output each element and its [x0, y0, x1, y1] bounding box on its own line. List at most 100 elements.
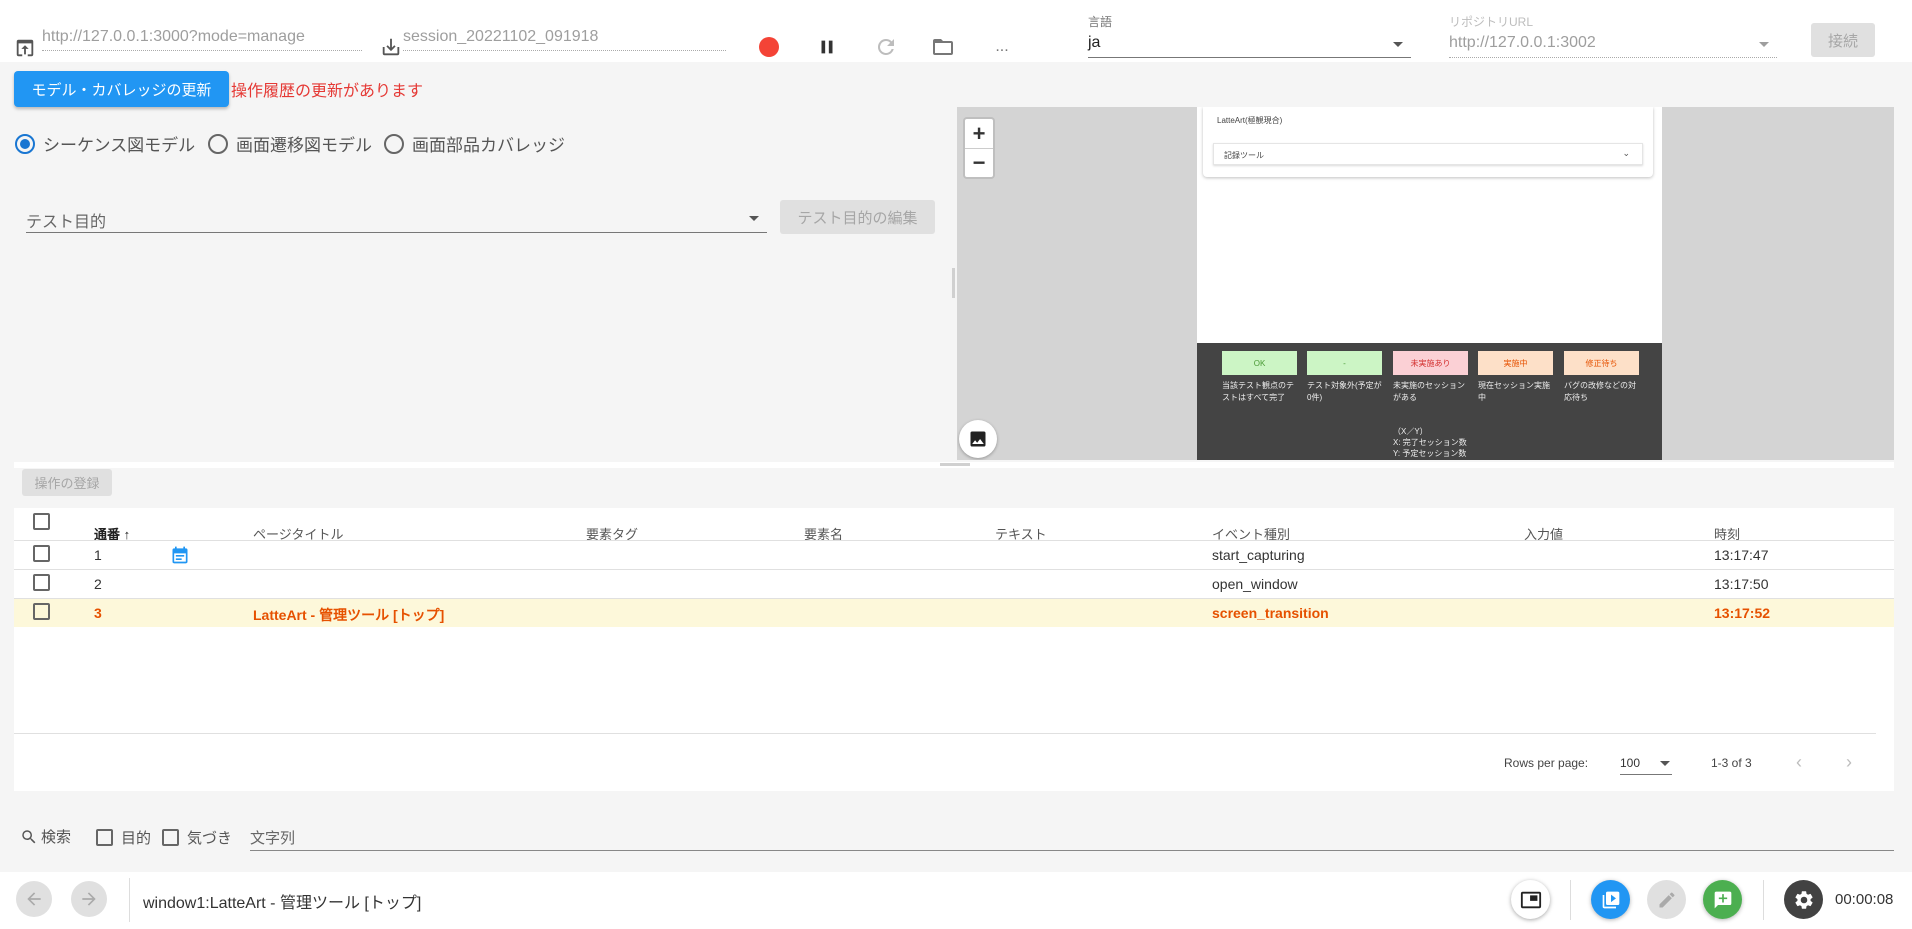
- splitter-handle[interactable]: [940, 463, 970, 466]
- chevron-down-icon: [749, 216, 759, 221]
- repo-url-select[interactable]: http://127.0.0.1:3002: [1449, 28, 1777, 58]
- status-desc: バグの改修などの対応待ち: [1564, 381, 1636, 402]
- rows-per-page-select[interactable]: 100: [1620, 751, 1672, 775]
- replay-button[interactable]: [1591, 880, 1630, 919]
- cell-time: 13:17:50: [1714, 576, 1769, 592]
- current-window-title: window1:LatteArt - 管理ツール [トップ]: [143, 895, 422, 912]
- bottom-bar: window1:LatteArt - 管理ツール [トップ] 00:00:08: [0, 872, 1912, 929]
- cell-no: 2: [94, 576, 102, 592]
- radio-label: シーケンス図モデル: [43, 136, 196, 155]
- radio-checked-icon: [15, 133, 35, 154]
- register-operation-button[interactable]: 操作の登録: [22, 469, 112, 496]
- select-all-checkbox[interactable]: [33, 513, 50, 530]
- edit-button[interactable]: [1647, 880, 1686, 919]
- status-chip-in-progress: 実施中: [1478, 351, 1553, 375]
- filter-notice-checkbox[interactable]: 気づき: [162, 827, 232, 848]
- edit-test-purpose-button[interactable]: テスト目的の編集: [780, 200, 935, 234]
- test-purpose-placeholder: テスト目的: [26, 214, 107, 231]
- test-purpose-select[interactable]: テスト目的: [26, 202, 767, 233]
- zoom-out-button[interactable]: −: [965, 148, 993, 177]
- cell-event-type: open_window: [1212, 576, 1298, 592]
- row-checkbox[interactable]: [33, 603, 50, 620]
- forward-button[interactable]: [71, 881, 107, 917]
- top-toolbar: http://127.0.0.1:3000?mode=manage sessio…: [0, 0, 1912, 62]
- add-comment-icon: [1714, 891, 1731, 908]
- cell-event-type: screen_transition: [1212, 605, 1329, 621]
- cell-no: 1: [94, 547, 102, 563]
- cell-page-title: LatteArt - 管理ツール [トップ]: [253, 607, 445, 623]
- status-chip-not-done: 未実施あり: [1393, 351, 1468, 375]
- pagination-range: 1-3 of 3: [1711, 756, 1752, 770]
- arrow-left-icon: [27, 892, 41, 906]
- status-chip-ok: OK: [1222, 351, 1297, 375]
- filter-purpose-checkbox[interactable]: 目的: [96, 827, 151, 848]
- screen-card: LatteArt(極観現合) 記録ツール ⌄: [1203, 107, 1653, 177]
- repo-url-value: http://127.0.0.1:3002: [1449, 34, 1596, 51]
- pencil-icon: [1659, 891, 1675, 907]
- update-model-coverage-button[interactable]: モデル・カバレッジの更新: [14, 71, 229, 107]
- chevron-left-icon[interactable]: ‹: [1796, 752, 1802, 773]
- window-select-button[interactable]: [1511, 880, 1550, 919]
- radio-label: 画面遷移図モデル: [236, 136, 372, 155]
- reload-button[interactable]: [871, 32, 901, 62]
- divider: [1570, 880, 1571, 920]
- calendar-icon[interactable]: [170, 545, 190, 565]
- locale-value: ja: [1088, 34, 1101, 51]
- elapsed-timer: 00:00:08: [1835, 891, 1894, 908]
- status-desc: テスト対象外(予定が0件): [1307, 381, 1382, 402]
- row-checkbox[interactable]: [33, 574, 50, 591]
- operation-history-table: 通番 ↑ ページタイトル 要素タグ 要素名 テキスト イベント種別 入力値 時刻…: [14, 508, 1894, 791]
- status-desc: 現在セッション実施中: [1478, 381, 1550, 402]
- update-message: 操作履歴の更新があります: [231, 83, 424, 100]
- radio-transition-model[interactable]: 画面遷移図モデル: [208, 131, 372, 156]
- screen-dropdown-value: 記録ツール: [1224, 151, 1264, 160]
- picture-in-picture-icon: [1520, 891, 1541, 908]
- pause-button[interactable]: [812, 32, 842, 62]
- open-url-icon[interactable]: [10, 33, 40, 63]
- search-icon: [22, 829, 36, 843]
- search-label: 検索: [20, 826, 71, 847]
- connect-button[interactable]: 接続: [1811, 23, 1875, 57]
- divider: [1763, 880, 1764, 920]
- radio-label: 画面部品カバレッジ: [412, 136, 565, 155]
- settings-button[interactable]: [1784, 880, 1823, 919]
- table-footer-divider: [14, 733, 1876, 734]
- chevron-down-icon: [1660, 761, 1670, 766]
- status-desc: 当該テスト観点のテストはすべて完了: [1222, 381, 1294, 402]
- download-icon[interactable]: [376, 32, 406, 62]
- table-row-selected[interactable]: 3 LatteArt - 管理ツール [トップ] screen_transiti…: [14, 598, 1894, 627]
- capture-url-input[interactable]: http://127.0.0.1:3000?mode=manage: [42, 27, 362, 51]
- search-text-input[interactable]: 文字列: [250, 823, 1894, 851]
- row-checkbox[interactable]: [33, 545, 50, 562]
- pause-icon: [821, 40, 833, 54]
- chevron-right-icon[interactable]: ›: [1846, 752, 1852, 773]
- zoom-control: + −: [963, 117, 995, 179]
- arrow-right-icon: [82, 892, 96, 906]
- cell-no: 3: [94, 605, 102, 621]
- radio-sequence-model[interactable]: シーケンス図モデル: [15, 131, 195, 156]
- record-button[interactable]: [754, 32, 784, 62]
- table-row[interactable]: 2 open_window 13:17:50: [14, 569, 1894, 598]
- status-desc: 未実施のセッションがある: [1393, 381, 1465, 402]
- back-button[interactable]: [16, 881, 52, 917]
- refresh-icon: [877, 38, 894, 55]
- more-button[interactable]: ...: [987, 32, 1017, 62]
- cell-time: 13:17:47: [1714, 547, 1769, 563]
- session-name-input[interactable]: session_20221102_091918: [403, 27, 726, 51]
- record-icon: [759, 37, 779, 57]
- video-library-icon: [1602, 891, 1619, 908]
- vertical-splitter-handle[interactable]: [952, 268, 955, 298]
- locale-select[interactable]: ja: [1088, 28, 1411, 58]
- add-note-button[interactable]: [1703, 880, 1742, 919]
- captured-screen-image: LatteArt(極観現合) 記録ツール ⌄ OK - 未実施あり 実施中 修正…: [1197, 107, 1662, 460]
- table-row[interactable]: 1 start_capturing 13:17:47: [14, 540, 1894, 569]
- cell-event-type: start_capturing: [1212, 547, 1305, 563]
- folder-button[interactable]: [928, 32, 958, 62]
- radio-element-coverage[interactable]: 画面部品カバレッジ: [384, 131, 565, 156]
- screenshot-preview: LatteArt(極観現合) 記録ツール ⌄ OK - 未実施あり 実施中 修正…: [957, 107, 1894, 460]
- status-legend-panel: OK - 未実施あり 実施中 修正待ち 当該テスト観点のテストはすべて完了 テス…: [1197, 343, 1662, 460]
- chevron-down-icon: [1759, 42, 1769, 47]
- image-view-button[interactable]: [959, 420, 997, 458]
- status-chip-none: -: [1307, 351, 1382, 375]
- zoom-in-button[interactable]: +: [965, 119, 993, 148]
